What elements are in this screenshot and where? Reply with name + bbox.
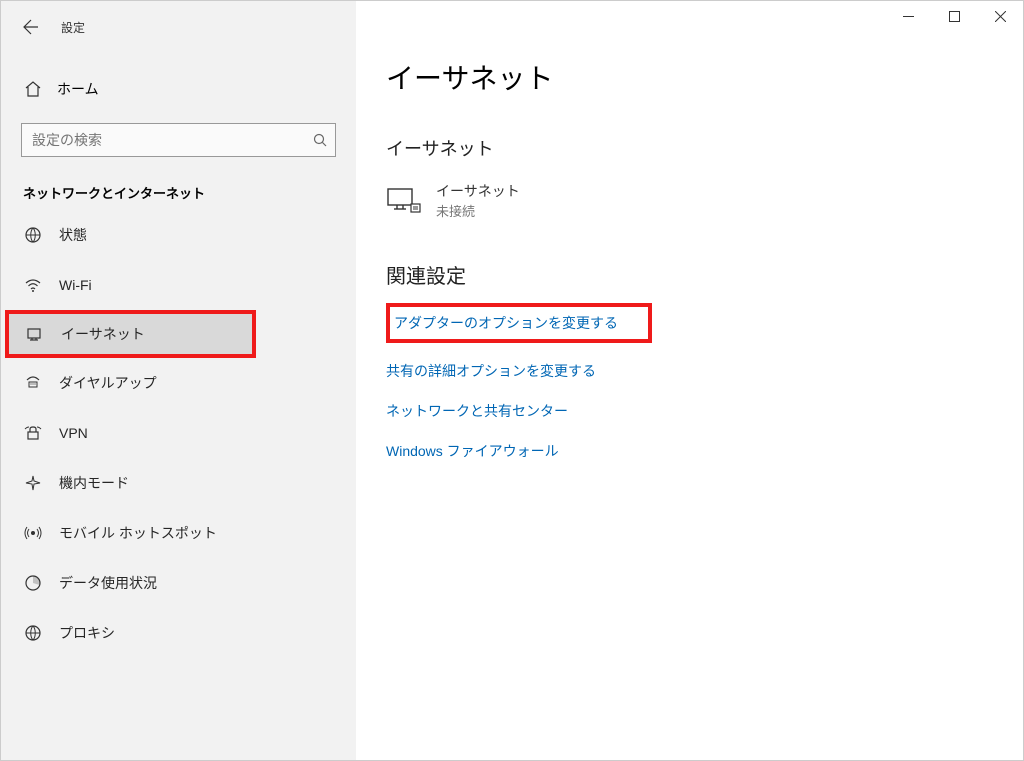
vpn-icon [23,423,43,443]
sidebar-item-wifi[interactable]: Wi-Fi [1,260,356,310]
sidebar-item-label: モバイル ホットスポット [59,523,217,543]
link-adapter-options[interactable]: アダプターのオプションを変更する [394,313,618,333]
sidebar-item-status[interactable]: 状態 [1,210,356,260]
data-usage-icon [23,573,43,593]
related-settings-heading: 関連設定 [386,260,1023,289]
sidebar-item-label: 機内モード [59,473,129,493]
search-input[interactable] [32,132,303,148]
sidebar-item-label: イーサネット [61,324,145,344]
minimize-button[interactable] [885,1,931,31]
home-label: ホーム [57,79,99,99]
ethernet-icon [25,324,45,344]
sidebar-item-hotspot[interactable]: モバイル ホットスポット [1,508,356,558]
highlight-adapter-options: アダプターのオプションを変更する [386,303,652,343]
sidebar-item-ethernet[interactable]: イーサネット [9,314,252,354]
window-title: 設定 [61,19,85,36]
hotspot-icon [23,523,43,543]
status-icon [23,225,43,245]
close-button[interactable] [977,1,1023,31]
airplane-icon [23,473,43,493]
highlight-ethernet: イーサネット [5,310,256,358]
sidebar-item-label: ダイヤルアップ [59,373,157,393]
close-icon [995,11,1006,22]
sidebar-section-title: ネットワークとインターネット [23,183,356,202]
ethernet-name: イーサネット [436,181,520,201]
settings-window: 設定 ホーム ネットワークとインターネット 状態 [0,0,1024,761]
maximize-button[interactable] [931,1,977,31]
sidebar-item-label: Wi-Fi [59,277,92,293]
ethernet-status-row[interactable]: イーサネット 未接続 [386,181,1023,220]
link-sharing-options[interactable]: 共有の詳細オプションを変更する [386,361,596,381]
search-container [21,123,336,157]
proxy-icon [23,623,43,643]
sidebar: 設定 ホーム ネットワークとインターネット 状態 [1,1,356,760]
dialup-icon [23,373,43,393]
ethernet-monitor-icon [386,183,422,219]
main-content: イーサネット イーサネット イーサネット 未接続 関連設定 アダプターのオプショ… [356,1,1023,760]
window-controls [885,1,1023,31]
back-button[interactable] [19,15,43,39]
page-title: イーサネット [386,57,1023,97]
wifi-icon [23,275,43,295]
sidebar-item-airplane[interactable]: 機内モード [1,458,356,508]
link-windows-firewall[interactable]: Windows ファイアウォール [386,441,559,461]
sidebar-item-data-usage[interactable]: データ使用状況 [1,558,356,608]
search-box[interactable] [21,123,336,157]
related-links: アダプターのオプションを変更する 共有の詳細オプションを変更する ネットワークと… [386,303,1023,481]
titlebar: 設定 [1,11,356,43]
sidebar-nav: 状態 Wi-Fi イーサネット ダイヤルアップ [1,210,356,658]
home-icon [23,79,43,99]
sidebar-item-label: 状態 [59,225,87,245]
sidebar-item-vpn[interactable]: VPN [1,408,356,458]
sidebar-item-dialup[interactable]: ダイヤルアップ [1,358,356,408]
sidebar-home[interactable]: ホーム [1,67,356,111]
maximize-icon [949,11,960,22]
minimize-icon [903,11,914,22]
sidebar-item-label: VPN [59,425,88,441]
sidebar-item-label: データ使用状況 [59,573,157,593]
sidebar-item-proxy[interactable]: プロキシ [1,608,356,658]
ethernet-status-text: イーサネット 未接続 [436,181,520,220]
section-subheading: イーサネット [386,135,1023,161]
ethernet-status: 未接続 [436,201,520,220]
sidebar-item-label: プロキシ [59,623,115,643]
arrow-left-icon [23,19,39,35]
link-network-sharing-center[interactable]: ネットワークと共有センター [386,401,568,421]
search-icon [313,133,327,147]
